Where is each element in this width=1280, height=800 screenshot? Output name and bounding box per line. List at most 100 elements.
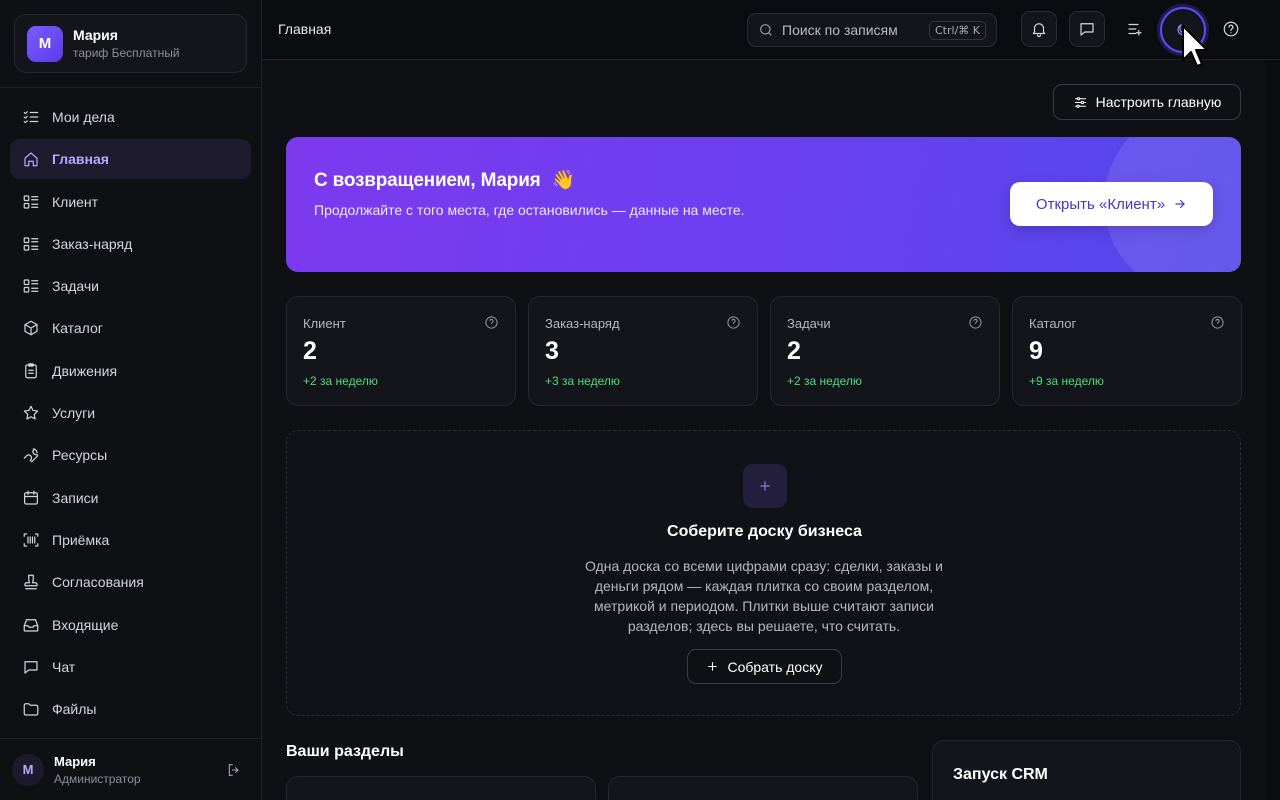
help-icon[interactable] — [968, 315, 983, 330]
stat-delta: +2 за неделю — [787, 374, 862, 388]
avatar: М — [12, 753, 44, 786]
sidebar-item-tasks[interactable]: Задачи — [10, 266, 251, 306]
stat-card-client[interactable]: Клиент 2 +2 за неделю — [286, 296, 516, 406]
help-button[interactable] — [1213, 11, 1249, 47]
stat-delta: +2 за неделю — [303, 374, 378, 388]
sidebar-item-records[interactable]: Записи — [10, 478, 251, 518]
sidebar-item-label: Входящие — [52, 616, 119, 633]
stat-card-catalog[interactable]: Каталог 9 +9 за неделю — [1012, 296, 1242, 406]
stat-card-work-order[interactable]: Заказ-наряд 3 +3 за неделю — [528, 296, 758, 406]
workspace-switcher[interactable]: М Мария тариф Бесплатный — [14, 14, 247, 73]
sidebar-item-label: Чат — [52, 658, 76, 675]
stat-label: Заказ-наряд — [545, 316, 620, 331]
messages-button[interactable] — [1069, 11, 1105, 47]
wave-emoji-icon: 👋 — [551, 170, 576, 191]
sidebar-item-client[interactable]: Клиент — [10, 182, 251, 222]
sidebar-item-label: Задачи — [52, 278, 100, 295]
user-name: Мария — [54, 753, 96, 769]
breadcrumb: Главная — [278, 21, 332, 37]
sidebar-item-resources[interactable]: Ресурсы — [10, 435, 251, 475]
sliders-icon — [1074, 96, 1086, 108]
workspace-name: Мария — [73, 27, 118, 43]
sidebar-item-label: Файлы — [52, 701, 97, 718]
sections-heading: Ваши разделы — [286, 743, 404, 760]
sidebar-divider — [0, 87, 262, 88]
section-card[interactable] — [286, 776, 596, 800]
barcode-scan-icon — [23, 533, 39, 547]
box-icon — [24, 321, 38, 336]
calendar-icon — [24, 490, 38, 505]
sidebar-item-receiving[interactable]: Приёмка — [10, 520, 251, 560]
crm-launch-title: Запуск CRM — [953, 766, 1048, 783]
sidebar-item-files[interactable]: Файлы — [10, 689, 251, 729]
bell-icon — [1032, 23, 1046, 38]
scrollbar[interactable] — [1266, 60, 1280, 800]
stat-card-tasks[interactable]: Задачи 2 +2 за неделю — [770, 296, 1000, 406]
open-client-label: Открыть «Клиент» — [1035, 195, 1166, 213]
sidebar: М Мария тариф Бесплатный Мои дела Главна… — [0, 0, 262, 800]
help-icon[interactable] — [484, 315, 499, 330]
welcome-title: С возвращением, Мария 👋 — [314, 168, 575, 192]
arrow-right-icon — [1175, 199, 1185, 209]
board-description: Одна доска со всеми цифрами сразу: сделк… — [584, 558, 944, 634]
plus-icon — [743, 464, 787, 508]
welcome-title-text: С возвращением, Мария — [314, 170, 541, 191]
open-client-button[interactable]: Открыть «Клиент» — [1010, 182, 1213, 226]
workspace-plan: тариф Бесплатный — [73, 46, 180, 60]
plus-glyph-icon — [760, 481, 770, 491]
customize-home-label: Настроить главную — [1095, 94, 1222, 110]
clipboard-icon — [25, 363, 37, 379]
home-icon — [24, 152, 38, 167]
sidebar-item-label: Согласования — [52, 574, 144, 591]
build-board-button[interactable]: Собрать доску — [687, 649, 842, 684]
inbox-icon — [23, 618, 39, 632]
notifications-button[interactable] — [1021, 11, 1057, 47]
sidebar-item-inbox[interactable]: Входящие — [10, 605, 251, 645]
current-user[interactable]: М Мария Администратор — [0, 738, 262, 800]
crm-launch-panel: Запуск CRM — [932, 740, 1241, 800]
stat-label: Задачи — [787, 316, 831, 331]
sidebar-item-approvals[interactable]: Согласования — [10, 562, 251, 602]
stat-label: Клиент — [303, 316, 346, 331]
stat-value: 2 — [303, 337, 317, 365]
sidebar-item-label: Записи — [52, 489, 99, 506]
sidebar-item-label: Заказ-наряд — [52, 235, 133, 252]
stat-value: 2 — [787, 337, 801, 365]
sidebar-nav: Мои дела Главная Клиент Заказ-наряд Зада… — [10, 97, 251, 731]
sidebar-item-label: Услуги — [52, 405, 96, 422]
sidebar-item-catalog[interactable]: Каталог — [10, 308, 251, 348]
sidebar-item-movements[interactable]: Движения — [10, 351, 251, 391]
main-content: Настроить главную С возвращением, Мария … — [262, 60, 1266, 800]
stat-value: 3 — [545, 337, 559, 365]
customize-home-button[interactable]: Настроить главную — [1053, 84, 1241, 120]
sidebar-item-label: Каталог — [52, 320, 103, 337]
help-icon — [1223, 21, 1239, 37]
sidebar-item-label: Приёмка — [52, 531, 110, 548]
message-icon — [1080, 23, 1094, 36]
sidebar-item-home[interactable]: Главная — [10, 139, 251, 180]
help-icon[interactable] — [726, 315, 741, 330]
list-icon — [23, 194, 39, 209]
help-icon[interactable] — [1210, 315, 1225, 330]
chat-icon — [24, 661, 38, 674]
workspace-avatar: М — [27, 25, 63, 62]
star-icon — [23, 405, 39, 420]
sidebar-item-chat[interactable]: Чат — [10, 647, 251, 687]
search-input[interactable]: Поиск по записям Ctrl/⌘ K — [747, 13, 997, 47]
plus-icon — [708, 662, 718, 671]
section-card[interactable] — [608, 776, 918, 800]
list-icon — [23, 237, 39, 251]
user-role: Администратор — [54, 771, 141, 786]
sidebar-item-my-tasks[interactable]: Мои дела — [10, 97, 251, 137]
sidebar-item-services[interactable]: Услуги — [10, 393, 251, 433]
sidebar-item-label: Ресурсы — [52, 447, 108, 464]
stat-label: Каталог — [1029, 316, 1077, 331]
sidebar-item-label: Движения — [52, 362, 118, 379]
add-task-button[interactable] — [1117, 11, 1153, 47]
mouse-cursor-icon — [1182, 25, 1208, 67]
sidebar-item-work-order[interactable]: Заказ-наряд — [10, 224, 251, 264]
stamp-icon — [24, 574, 38, 590]
sidebar-item-label: Клиент — [52, 193, 99, 210]
logout-icon[interactable] — [226, 762, 242, 778]
list-plus-icon — [1128, 23, 1142, 36]
